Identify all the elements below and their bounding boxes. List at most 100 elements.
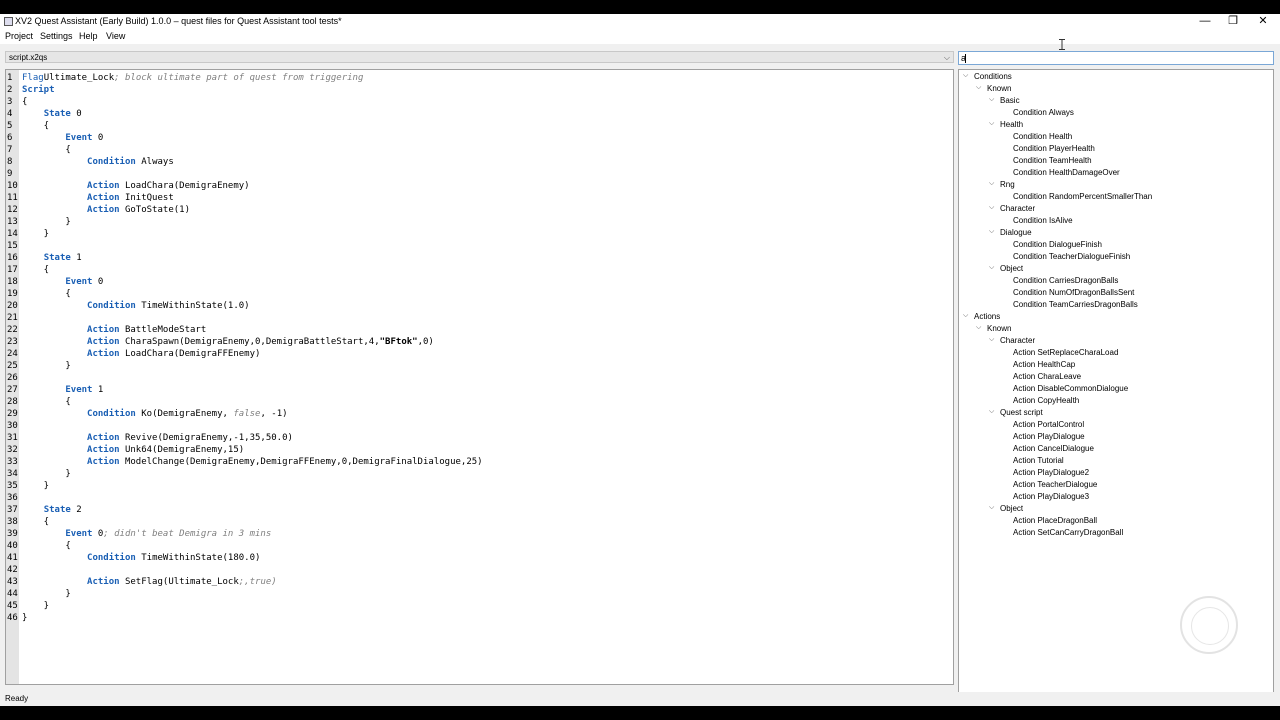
tree-group[interactable]: Character bbox=[1000, 335, 1035, 347]
code-text: Event 0; didn't beat Demigra in 3 mins bbox=[22, 528, 271, 540]
search-input[interactable]: a bbox=[958, 51, 1274, 65]
tree-group[interactable]: Basic bbox=[1000, 95, 1020, 107]
tree-group[interactable]: Health bbox=[1000, 119, 1023, 131]
tree-item[interactable]: Condition DialogueFinish bbox=[1013, 239, 1102, 251]
code-token: } bbox=[22, 217, 71, 227]
expand-chevron-icon[interactable]: ⌵ bbox=[989, 408, 994, 416]
minimize-button[interactable]: — bbox=[1190, 14, 1220, 30]
code-text: } bbox=[22, 216, 71, 228]
line-number: 40 bbox=[7, 541, 18, 551]
expand-chevron-icon[interactable]: ⌵ bbox=[989, 96, 994, 104]
menu-bar: Project Settings Help View bbox=[0, 30, 1280, 44]
tree-group[interactable]: Rng bbox=[1000, 179, 1015, 191]
expand-chevron-icon[interactable]: ⌵ bbox=[976, 84, 981, 92]
code-token: } bbox=[22, 481, 50, 491]
status-bar: Ready bbox=[0, 692, 1280, 706]
maximize-button[interactable]: ❐ bbox=[1218, 14, 1248, 30]
tree-item[interactable]: Action PlayDialogue3 bbox=[1013, 491, 1089, 503]
tree-group[interactable]: Dialogue bbox=[1000, 227, 1032, 239]
keyword-token: Action bbox=[87, 457, 120, 467]
line-number: 5 bbox=[7, 121, 13, 131]
line-number: 43 bbox=[7, 577, 18, 587]
tree-item[interactable]: Action SetCanCarryDragonBall bbox=[1013, 527, 1123, 539]
line-number: 6 bbox=[7, 133, 13, 143]
code-text: Action ModelChange(DemigraEnemy,DemigraF… bbox=[22, 456, 483, 468]
tree-group[interactable]: Conditions bbox=[974, 71, 1012, 83]
tree-item[interactable]: Condition Always bbox=[1013, 107, 1074, 119]
tree-item[interactable]: Action SetReplaceCharaLoad bbox=[1013, 347, 1118, 359]
code-text: Action SetFlag(Ultimate_Lock;,true) bbox=[22, 576, 277, 588]
expand-chevron-icon[interactable]: ⌵ bbox=[989, 504, 994, 512]
tree-item[interactable]: Condition TeamHealth bbox=[1013, 155, 1092, 167]
menu-help[interactable]: Help bbox=[79, 31, 98, 41]
code-text: } bbox=[22, 228, 49, 240]
tree-item[interactable]: Action HealthCap bbox=[1013, 359, 1075, 371]
tree-item[interactable]: Condition TeamCarriesDragonBalls bbox=[1013, 299, 1138, 311]
line-number: 46 bbox=[7, 613, 18, 623]
expand-chevron-icon[interactable]: ⌵ bbox=[989, 180, 994, 188]
tree-group[interactable]: Known bbox=[987, 323, 1011, 335]
code-token: Ko(DemigraEnemy, bbox=[135, 409, 234, 419]
tree-item[interactable]: Action PlayDialogue bbox=[1013, 431, 1085, 443]
tree-item[interactable]: Condition RandomPercentSmallerThan bbox=[1013, 191, 1152, 203]
close-button[interactable]: ✕ bbox=[1248, 14, 1278, 30]
tree-item[interactable]: Condition HealthDamageOver bbox=[1013, 167, 1120, 179]
expand-chevron-icon[interactable]: ⌵ bbox=[989, 228, 994, 236]
line-number: 27 bbox=[7, 385, 18, 395]
expand-chevron-icon[interactable]: ⌵ bbox=[989, 204, 994, 212]
code-token: } bbox=[22, 361, 71, 371]
tree-item[interactable]: Action Tutorial bbox=[1013, 455, 1064, 467]
expand-chevron-icon[interactable]: ⌵ bbox=[989, 336, 994, 344]
tree-item[interactable]: Condition Health bbox=[1013, 131, 1072, 143]
line-number: 39 bbox=[7, 529, 18, 539]
tree-group[interactable]: Actions bbox=[974, 311, 1000, 323]
tree-item[interactable]: Condition NumOfDragonBallsSent bbox=[1013, 287, 1134, 299]
tree-item[interactable]: Condition IsAlive bbox=[1013, 215, 1073, 227]
code-token: GoToState(1) bbox=[119, 205, 190, 215]
expand-chevron-icon[interactable]: ⌵ bbox=[989, 120, 994, 128]
code-token: ,0) bbox=[417, 337, 434, 347]
code-text: } bbox=[22, 480, 49, 492]
code-text: Script bbox=[22, 84, 55, 96]
tree-item[interactable]: Action PlaceDragonBall bbox=[1013, 515, 1097, 527]
line-number: 38 bbox=[7, 517, 18, 527]
tree-item[interactable]: Action PortalControl bbox=[1013, 419, 1084, 431]
code-text: Event 0 bbox=[22, 276, 103, 288]
tree-group[interactable]: Character bbox=[1000, 203, 1035, 215]
line-number: 31 bbox=[7, 433, 18, 443]
tree-group[interactable]: Known bbox=[987, 83, 1011, 95]
expand-chevron-icon[interactable]: ⌵ bbox=[976, 324, 981, 332]
tree-group[interactable]: Object bbox=[1000, 503, 1023, 515]
tree-group[interactable]: Quest script bbox=[1000, 407, 1043, 419]
file-selector[interactable]: script.x2qs ⌵ bbox=[5, 51, 954, 63]
expand-chevron-icon[interactable]: ⌵ bbox=[963, 312, 968, 320]
menu-project[interactable]: Project bbox=[5, 31, 33, 41]
file-selector-value: script.x2qs bbox=[9, 53, 48, 62]
code-text: Action Unk64(DemigraEnemy,15) bbox=[22, 444, 244, 456]
tree-item[interactable]: Condition PlayerHealth bbox=[1013, 143, 1095, 155]
menu-settings[interactable]: Settings bbox=[40, 31, 73, 41]
tree-item[interactable]: Action TeacherDialogue bbox=[1013, 479, 1097, 491]
tree-item[interactable]: Action CharaLeave bbox=[1013, 371, 1081, 383]
expand-chevron-icon[interactable]: ⌵ bbox=[963, 72, 968, 80]
tree-item[interactable]: Action DisableCommonDialogue bbox=[1013, 383, 1128, 395]
expand-chevron-icon[interactable]: ⌵ bbox=[989, 264, 994, 272]
tree-item[interactable]: Action PlayDialogue2 bbox=[1013, 467, 1089, 479]
line-number: 1 bbox=[7, 73, 13, 83]
code-token: { bbox=[22, 145, 71, 155]
tree-item[interactable]: Action CopyHealth bbox=[1013, 395, 1079, 407]
menu-view[interactable]: View bbox=[106, 31, 125, 41]
tree-item[interactable]: Condition CarriesDragonBalls bbox=[1013, 275, 1118, 287]
code-token: BattleModeStart bbox=[119, 325, 207, 335]
tree-group[interactable]: Object bbox=[1000, 263, 1023, 275]
tree-item[interactable]: Condition TeacherDialogueFinish bbox=[1013, 251, 1130, 263]
tree-item[interactable]: Action CancelDialogue bbox=[1013, 443, 1094, 455]
code-editor[interactable]: 1 FlagUltimate_Lock; block ultimate part … bbox=[5, 69, 954, 685]
